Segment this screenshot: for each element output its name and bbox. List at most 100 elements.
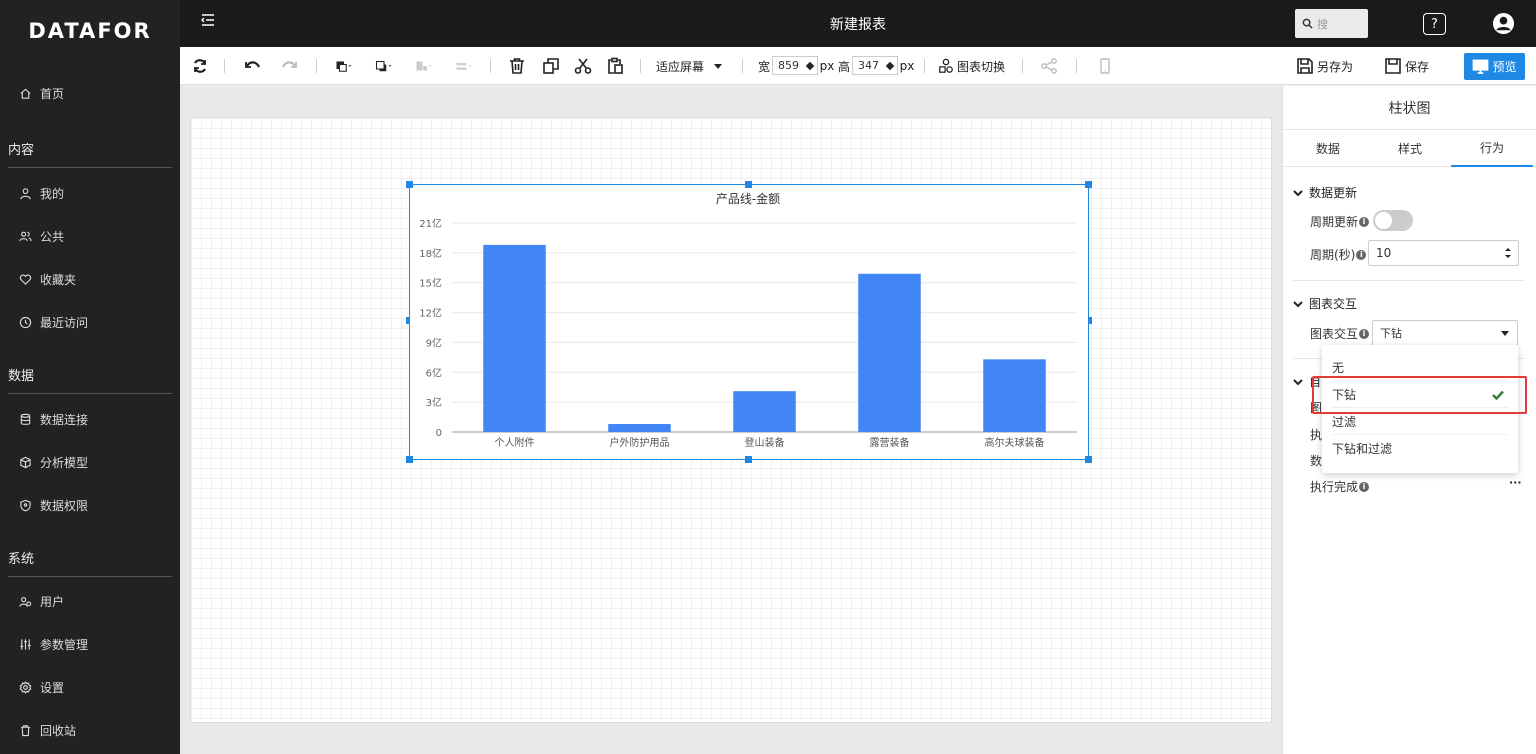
group-interaction[interactable]: 图表交互 [1293, 295, 1357, 312]
resize-handle-nw[interactable] [406, 181, 413, 188]
bar[interactable] [483, 244, 546, 432]
highlight-box [1312, 376, 1527, 414]
tab-style[interactable]: 样式 [1369, 130, 1451, 167]
cut-icon[interactable] [572, 55, 594, 77]
x-tick-label: 露营装备 [870, 436, 910, 449]
period-input[interactable]: 10 [1368, 240, 1519, 266]
group-interaction-label: 图表交互 [1309, 297, 1358, 311]
bar[interactable] [858, 273, 921, 432]
copy-icon[interactable] [540, 55, 562, 77]
panel-title: 柱状图 [1283, 86, 1536, 130]
y-tick-label: 6亿 [426, 366, 442, 379]
fit-screen-select[interactable]: 适应屏幕 [656, 55, 728, 77]
periodic-update-toggle[interactable] [1373, 210, 1413, 231]
bar[interactable] [733, 391, 796, 432]
interaction-text: 图表交互 [1310, 327, 1359, 341]
chart-title: 产品线-金额 [716, 191, 780, 206]
preview-label: 预览 [1492, 60, 1517, 74]
user-avatar-icon[interactable] [1492, 12, 1515, 35]
tab-behavior[interactable]: 行为 [1451, 130, 1533, 167]
more-icon[interactable]: ··· [1509, 476, 1522, 489]
height-unit: px [899, 59, 915, 73]
save-button[interactable]: 保存 [1384, 55, 1434, 77]
interaction-select[interactable]: 下钻 [1372, 320, 1518, 346]
sidebar-item-data-permission[interactable]: 数据权限 [0, 491, 180, 519]
clock-icon [18, 315, 32, 329]
sidebar-item-label: 我的 [40, 186, 65, 201]
resize-handle-n[interactable] [745, 181, 752, 188]
width-label: 宽 [757, 59, 770, 74]
sidebar: DATAFOR 首页 内容 我的 公共 收藏夹 最近访问 数据 数据连接 分析模… [0, 0, 180, 754]
width-input[interactable]: 859 [772, 56, 818, 75]
sidebar-item-recent[interactable]: 最近访问 [0, 308, 180, 336]
shield-icon [18, 498, 32, 512]
period-label: 周期(秒) i [1310, 246, 1367, 263]
hidden-row-2: 执 [1310, 428, 1323, 442]
redo-icon[interactable] [278, 55, 300, 77]
undo-icon[interactable] [242, 55, 264, 77]
sidebar-item-settings[interactable]: 设置 [0, 673, 180, 701]
bring-front-icon[interactable] [330, 55, 358, 77]
resize-handle-se[interactable] [1085, 456, 1092, 463]
paste-icon[interactable] [604, 55, 626, 77]
resize-handle-ne[interactable] [1085, 181, 1092, 188]
sidebar-item-label: 参数管理 [40, 637, 89, 652]
resize-handle-e[interactable] [1088, 317, 1092, 324]
align-icon[interactable] [410, 55, 438, 77]
send-back-icon[interactable] [370, 55, 398, 77]
sidebar-item-params[interactable]: 参数管理 [0, 630, 180, 658]
height-input[interactable]: 347 [852, 56, 898, 75]
chart-switch-button[interactable]: 图表切换 [938, 55, 1010, 77]
group-data-update-label: 数据更新 [1309, 186, 1358, 200]
resize-handle-w[interactable] [406, 317, 410, 324]
period-text: 周期(秒) [1310, 248, 1356, 262]
sidebar-item-analysis-model[interactable]: 分析模型 [0, 448, 180, 476]
mobile-icon[interactable] [1096, 55, 1114, 77]
share-icon[interactable] [1040, 55, 1058, 77]
exec-done-text: 执行完成 [1310, 480, 1359, 494]
bar[interactable] [983, 359, 1046, 432]
menu-collapse-icon[interactable] [200, 12, 216, 28]
help-button[interactable]: ? [1423, 13, 1446, 35]
save-as-button[interactable]: 另存为 [1296, 55, 1358, 77]
sidebar-item-label: 数据权限 [40, 498, 89, 513]
monitor-icon [1473, 59, 1489, 74]
sidebar-item-label: 收藏夹 [40, 272, 77, 287]
tab-data[interactable]: 数据 [1287, 130, 1369, 167]
group-data-update[interactable]: 数据更新 [1293, 184, 1357, 201]
users-icon [18, 594, 32, 608]
chevron-down-icon [1501, 331, 1509, 336]
sidebar-item-data-connection[interactable]: 数据连接 [0, 405, 180, 433]
refresh-icon[interactable] [190, 55, 210, 77]
resize-handle-sw[interactable] [406, 456, 413, 463]
gear-icon [18, 680, 32, 694]
sidebar-item-home[interactable]: 首页 [0, 79, 180, 107]
save-as-icon [1297, 58, 1313, 74]
resize-handle-s[interactable] [745, 456, 752, 463]
width-unit: px [819, 59, 835, 73]
interaction-value: 下钻 [1380, 327, 1402, 340]
search-input[interactable]: 搜 [1295, 9, 1368, 38]
option-drilldown-filter[interactable]: 下钻和过滤 [1332, 435, 1508, 461]
bar-chart: 产品线-金额 0 3亿 6亿 9亿 12亿 15亿 18亿 21亿 个人附件 户外防护用品 登山装… [419, 191, 1077, 449]
bar-chart-widget[interactable]: 产品线-金额 0 3亿 6亿 9亿 12亿 15亿 18亿 21亿 个人附件 户外防护用品 登山装… [406, 181, 1092, 463]
sidebar-item-label: 数据连接 [40, 412, 89, 427]
distribute-icon[interactable] [450, 55, 478, 77]
info-icon: i [1359, 481, 1370, 492]
sidebar-item-mine[interactable]: 我的 [0, 179, 180, 207]
bar[interactable] [608, 424, 671, 432]
report-canvas[interactable]: 产品线-金额 0 3亿 6亿 9亿 12亿 15亿 18亿 21亿 个人附件 户外防护用品 登山装… [190, 117, 1272, 723]
sidebar-item-public[interactable]: 公共 [0, 222, 180, 250]
height-value: 347 [858, 59, 879, 72]
stepper-icon [885, 61, 895, 71]
sidebar-item-favorites[interactable]: 收藏夹 [0, 265, 180, 293]
stepper-icon [805, 61, 815, 71]
shapes-icon [939, 58, 953, 73]
section-content: 内容 [8, 139, 172, 168]
delete-icon[interactable] [506, 55, 528, 77]
sidebar-item-users[interactable]: 用户 [0, 587, 180, 615]
preview-button[interactable]: 预览 [1464, 53, 1525, 80]
interaction-label: 图表交互 i [1310, 325, 1370, 342]
user-icon [18, 186, 32, 200]
sidebar-item-recycle[interactable]: 回收站 [0, 716, 180, 744]
